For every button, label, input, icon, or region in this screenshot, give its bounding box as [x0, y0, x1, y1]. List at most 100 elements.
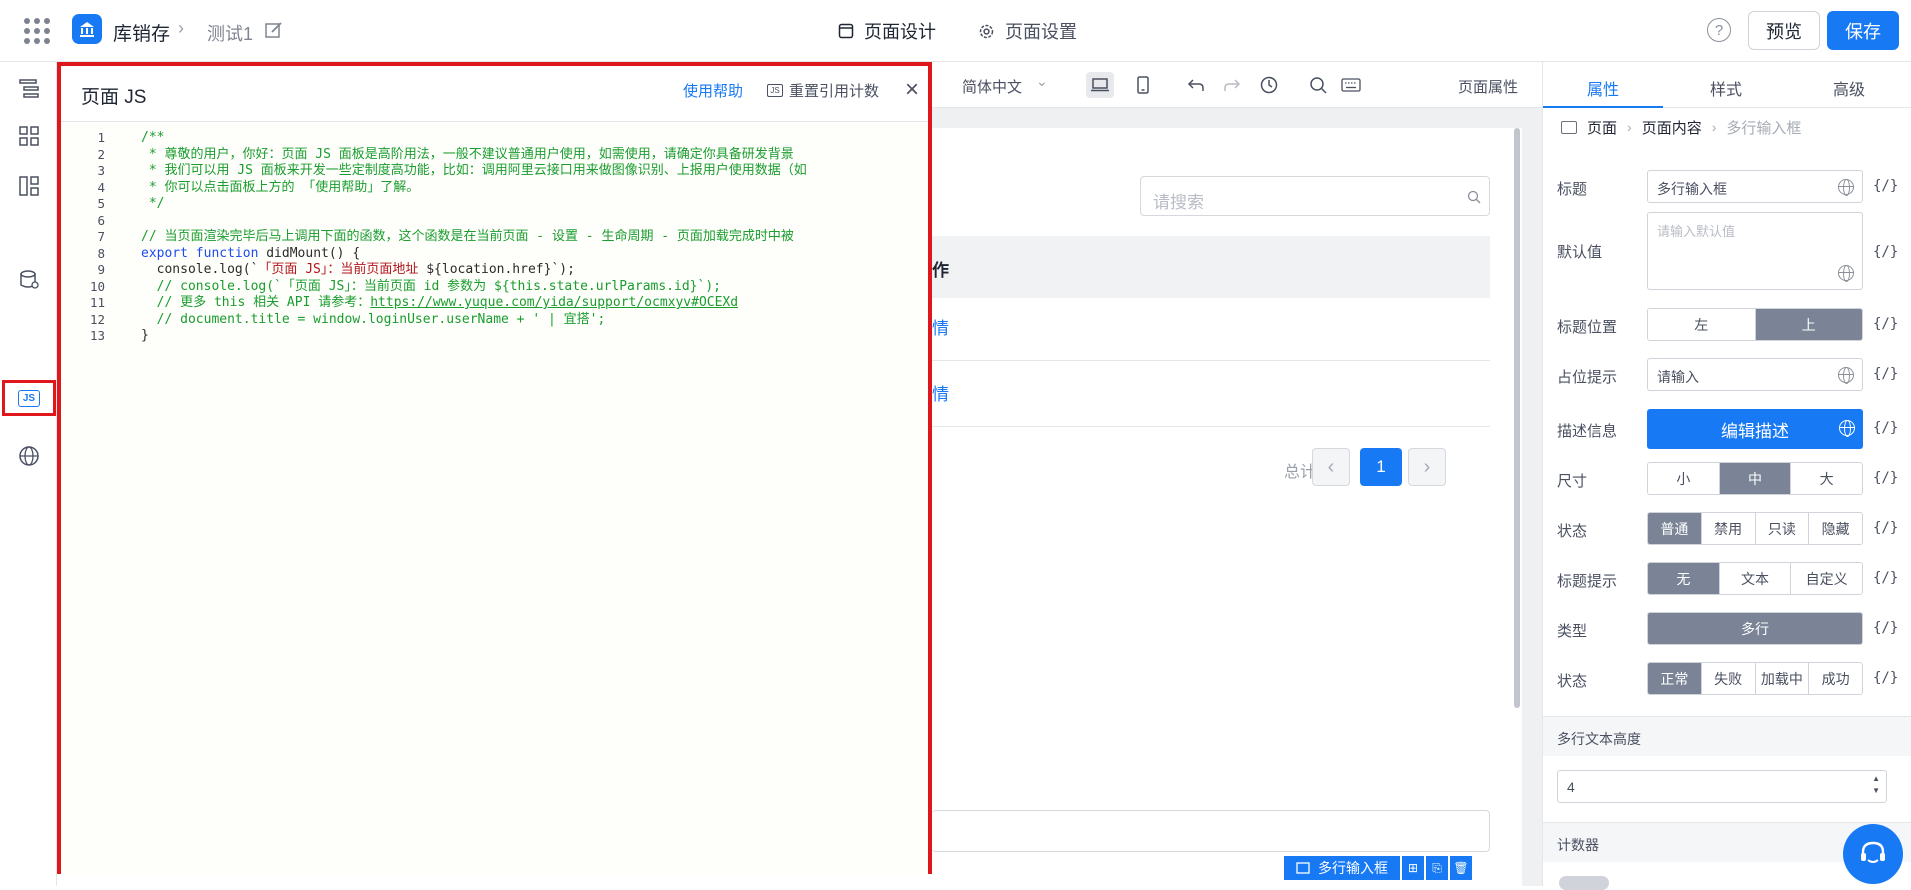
- type-segment[interactable]: 多行: [1647, 612, 1863, 645]
- textarea-height-input[interactable]: 4 ▲ ▼: [1557, 770, 1887, 803]
- chevron-down-icon[interactable]: ⌄: [1036, 73, 1048, 90]
- globe-icon[interactable]: [1838, 265, 1854, 282]
- row-detail-link[interactable]: 情: [932, 380, 949, 405]
- variable-binding-icon[interactable]: {/}: [1873, 244, 1898, 260]
- datasource-icon[interactable]: [15, 266, 43, 294]
- segment-option[interactable]: 大: [1791, 463, 1862, 494]
- add-sibling-icon[interactable]: ⊞: [1402, 856, 1424, 880]
- preview-button[interactable]: 预览: [1748, 11, 1820, 50]
- row-detail-link[interactable]: 情: [932, 314, 949, 339]
- tab-properties[interactable]: 属性: [1543, 76, 1663, 108]
- placeholder-input[interactable]: 请输入: [1647, 358, 1863, 391]
- title-tip-segment[interactable]: 无文本 自定义: [1647, 562, 1863, 595]
- globe-icon[interactable]: [1838, 179, 1854, 196]
- edit-description-button[interactable]: 编辑描述: [1647, 409, 1863, 449]
- variable-binding-icon[interactable]: {/}: [1873, 316, 1898, 332]
- save-button[interactable]: 保存: [1827, 11, 1899, 50]
- segment-option[interactable]: 上: [1755, 309, 1862, 340]
- current-page-button[interactable]: 1: [1360, 448, 1402, 486]
- i18n-icon[interactable]: [15, 442, 43, 470]
- title-position-segment[interactable]: 左上: [1647, 308, 1863, 341]
- segment-option[interactable]: 隐藏: [1809, 513, 1862, 544]
- counter-toggle[interactable]: [1559, 876, 1609, 890]
- js-panel-toggle[interactable]: JS: [2, 380, 56, 416]
- segment-option[interactable]: 正常: [1648, 663, 1702, 694]
- variable-binding-icon[interactable]: {/}: [1873, 470, 1898, 486]
- globe-icon[interactable]: [1839, 420, 1855, 437]
- undo-icon[interactable]: [1182, 72, 1210, 98]
- number-stepper-icon[interactable]: ▲ ▼: [1872, 773, 1880, 797]
- history-icon[interactable]: [1255, 72, 1283, 98]
- segment-option[interactable]: 失败: [1701, 663, 1756, 694]
- properties-panel: 属性 样式 高级 页面 › 页面内容 › 多行输入框 标题 多行输入框 {/} …: [1542, 62, 1911, 890]
- components-icon[interactable]: [15, 122, 43, 150]
- breadcrumb-page-content[interactable]: 页面内容: [1642, 117, 1702, 138]
- language-select[interactable]: 简体中文: [962, 76, 1022, 97]
- desktop-view-icon[interactable]: [1086, 72, 1114, 98]
- app-logo-icon[interactable]: [72, 14, 102, 44]
- state-segment[interactable]: 普通 禁用 只读 隐藏: [1647, 512, 1863, 545]
- size-segment[interactable]: 小中大: [1647, 462, 1863, 495]
- redo-icon[interactable]: [1218, 72, 1246, 98]
- prev-page-button[interactable]: ‹: [1312, 448, 1350, 486]
- help-icon[interactable]: ?: [1707, 18, 1731, 42]
- reset-ref-count-button[interactable]: JS 重置引用计数: [767, 80, 879, 101]
- search-input[interactable]: 请搜索: [1140, 176, 1490, 216]
- segment-option[interactable]: 普通: [1648, 513, 1702, 544]
- selected-component-frame[interactable]: [932, 810, 1490, 852]
- copy-icon[interactable]: ⎘: [1426, 856, 1448, 880]
- tab-advanced[interactable]: 高级: [1789, 76, 1909, 100]
- segment-option[interactable]: 加载中: [1755, 663, 1810, 694]
- segment-option[interactable]: 中: [1719, 463, 1792, 494]
- default-value-textarea[interactable]: 请输入默认值: [1647, 212, 1863, 290]
- segment-option[interactable]: 文本: [1719, 563, 1792, 594]
- app-name[interactable]: 库销存: [113, 19, 170, 46]
- code-token: console.log(`: [141, 262, 259, 277]
- close-icon[interactable]: ×: [905, 76, 919, 104]
- variable-binding-icon[interactable]: {/}: [1873, 620, 1898, 636]
- status-segment[interactable]: 正常 失败 加载中 成功: [1647, 662, 1863, 695]
- outline-icon[interactable]: [15, 74, 43, 102]
- code-line[interactable]: 13}: [61, 326, 928, 346]
- help-link[interactable]: 使用帮助: [683, 80, 743, 101]
- selected-component-label[interactable]: 多行输入框: [1284, 856, 1400, 880]
- variable-binding-icon[interactable]: {/}: [1873, 178, 1898, 194]
- placeholder-label: 占位提示: [1557, 369, 1618, 386]
- globe-icon[interactable]: [1838, 367, 1854, 384]
- segment-option[interactable]: 自定义: [1791, 563, 1862, 594]
- next-page-button[interactable]: ›: [1408, 448, 1446, 486]
- segment-option[interactable]: 无: [1648, 563, 1720, 594]
- title-input[interactable]: 多行输入框: [1647, 170, 1863, 203]
- tab-page-settings[interactable]: 页面设置: [978, 18, 1077, 44]
- page-design-icon: [838, 23, 854, 39]
- code-editor[interactable]: 1/** 2 * 尊敬的用户，你好：页面 JS 面板是高阶用法，一般不建议普通用户…: [61, 122, 928, 874]
- keyboard-icon[interactable]: [1337, 72, 1365, 98]
- tab-style[interactable]: 样式: [1666, 76, 1786, 100]
- segment-option[interactable]: 成功: [1809, 663, 1862, 694]
- segment-option[interactable]: 小: [1648, 463, 1720, 494]
- segment-option[interactable]: 多行: [1648, 613, 1862, 644]
- breadcrumb-page[interactable]: 页面: [1587, 117, 1617, 138]
- mobile-view-icon[interactable]: [1129, 72, 1157, 98]
- page-name[interactable]: 测试1: [207, 20, 253, 46]
- layout-icon[interactable]: [15, 172, 43, 200]
- page-attributes-button[interactable]: 页面属性: [1458, 76, 1518, 97]
- variable-binding-icon[interactable]: {/}: [1873, 420, 1898, 436]
- segment-option[interactable]: 左: [1648, 309, 1756, 340]
- variable-binding-icon[interactable]: {/}: [1873, 570, 1898, 586]
- search-icon[interactable]: [1304, 72, 1332, 98]
- apps-grid-icon[interactable]: [24, 18, 50, 44]
- variable-binding-icon[interactable]: {/}: [1873, 520, 1898, 536]
- tab-page-design[interactable]: 页面设计: [838, 18, 936, 68]
- delete-icon[interactable]: 🗑: [1450, 856, 1472, 880]
- code-token[interactable]: https://www.yuque.com/yida/support/ocmxy…: [370, 295, 738, 310]
- variable-binding-icon[interactable]: {/}: [1873, 670, 1898, 686]
- canvas-scrollbar[interactable]: [1514, 128, 1520, 708]
- customer-service-icon[interactable]: [1843, 824, 1903, 884]
- segment-option[interactable]: 禁用: [1701, 513, 1756, 544]
- js-panel-title: 页面 JS: [81, 87, 147, 108]
- variable-binding-icon[interactable]: {/}: [1873, 366, 1898, 382]
- title-value: 多行输入框: [1657, 181, 1727, 197]
- segment-option[interactable]: 只读: [1755, 513, 1810, 544]
- edit-icon[interactable]: [264, 20, 284, 40]
